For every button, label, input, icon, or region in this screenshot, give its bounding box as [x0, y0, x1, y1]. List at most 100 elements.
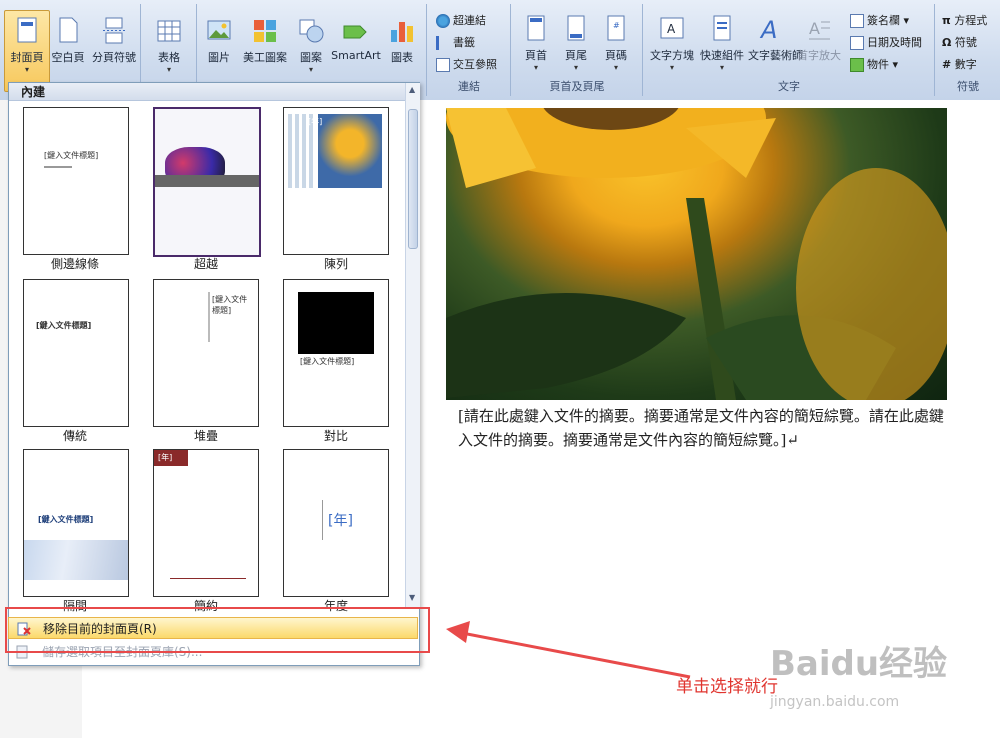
object-button[interactable]: 物件 ▾ — [848, 56, 898, 74]
cover-page-button[interactable]: 封面頁 ▾ — [4, 16, 50, 74]
text-group-label: 文字 — [778, 80, 800, 93]
hyperlink-label: 超連結 — [453, 14, 486, 27]
clipart-icon — [254, 20, 276, 42]
textbox-icon: A — [660, 17, 684, 39]
thumb-title: [年] — [328, 513, 353, 529]
footer-button[interactable]: 頁尾 ▾ — [558, 14, 594, 72]
svg-text:A: A — [667, 22, 676, 36]
thumb-title: [年] — [308, 117, 323, 126]
thumb-label-sideline: 側邊線條 — [50, 257, 99, 271]
symbol-button[interactable]: Ω 符號 — [940, 34, 977, 52]
shapes-icon — [299, 19, 324, 43]
chevron-down-icon: ▾ — [166, 65, 171, 74]
pi-icon: π — [942, 14, 951, 27]
blank-page-label: 空白頁 — [51, 51, 85, 64]
signature-icon — [850, 14, 864, 28]
bookmark-button[interactable]: 書籤 — [434, 34, 475, 52]
sunflower-photo — [446, 108, 947, 400]
equation-button[interactable]: π 方程式 — [940, 12, 987, 30]
object-label: 物件 — [867, 58, 889, 71]
scroll-thumb[interactable] — [408, 109, 418, 249]
picture-button[interactable]: 圖片 — [202, 16, 236, 65]
clipart-label: 美工圖案 — [243, 51, 287, 64]
dropcap-button[interactable]: A 首字放大 — [794, 14, 844, 63]
number-icon: # — [942, 58, 952, 71]
cover-page-label: 封面頁 — [10, 51, 44, 64]
object-icon — [850, 58, 864, 72]
crossref-icon — [436, 58, 450, 72]
page-number-button[interactable]: # 頁碼 ▾ — [598, 14, 634, 72]
annotation-text: 单击选择就行 — [676, 677, 778, 697]
quickparts-button[interactable]: 快速組件 ▾ — [698, 14, 746, 72]
chevron-down-icon: ▾ — [892, 58, 899, 71]
number-button[interactable]: # 數字 — [940, 56, 977, 74]
equation-label: 方程式 — [954, 14, 988, 27]
cover-thumb-display[interactable]: [年] — [283, 107, 389, 255]
cover-thumb-contrast[interactable]: [鍵入文件標題] — [283, 279, 389, 427]
thumb-divider — [322, 500, 323, 540]
wordart-button[interactable]: A 文字藝術師 — [748, 14, 803, 63]
blank-page-button[interactable]: 空白頁 — [50, 16, 86, 65]
chart-button[interactable]: 圖表 — [384, 16, 420, 65]
thumb-title: [鍵入文件標題] — [44, 151, 99, 160]
datetime-icon — [850, 36, 864, 50]
smartart-icon — [343, 25, 367, 39]
shapes-label: 圖案 — [300, 51, 322, 64]
thumb-shape — [24, 540, 128, 580]
quickparts-label: 快速組件 — [700, 49, 744, 62]
scroll-up-icon[interactable]: ▲ — [409, 85, 415, 94]
signature-label: 簽名欄 — [867, 14, 900, 27]
chevron-down-icon: ▾ — [308, 65, 313, 74]
wordart-label: 文字藝術師 — [748, 49, 803, 62]
thumb-title: [年] — [158, 453, 173, 462]
thumb-title: [鍵入文件標題] — [300, 357, 355, 366]
cover-page-gallery: 內建 ▲ ▼ [鍵入文件標題] 側邊線條 超越 [年] 陳列 [鍵入文件標題] … — [8, 82, 420, 666]
symbols-group: π 方程式 Ω 符號 # 數字 符號 — [936, 4, 1000, 96]
omega-icon: Ω — [942, 36, 952, 49]
thumb-label-traditional: 傳統 — [62, 429, 87, 443]
shapes-button[interactable]: 圖案 ▾ — [294, 16, 328, 74]
header-button[interactable]: 頁首 ▾ — [518, 14, 554, 72]
picture-label: 圖片 — [208, 51, 230, 64]
annotation-highlight-box — [5, 607, 430, 653]
signature-button[interactable]: 簽名欄 ▾ — [848, 12, 909, 30]
datetime-label: 日期及時間 — [867, 36, 922, 49]
document-abstract[interactable]: [請在此處鍵入文件的摘要。摘要通常是文件內容的簡短綜覽。請在此處鍵入文件的摘要。… — [458, 404, 948, 452]
thumb-photo — [318, 114, 382, 188]
cover-thumb-partition[interactable]: [鍵入文件標題] — [23, 449, 129, 597]
datetime-button[interactable]: 日期及時間 — [848, 34, 922, 52]
header-footer-group-label: 頁首及頁尾 — [549, 80, 605, 93]
hyperlink-button[interactable]: 超連結 — [434, 12, 486, 30]
table-icon — [157, 20, 181, 42]
number-label: 數字 — [954, 58, 977, 71]
smartart-button[interactable]: SmartArt — [330, 16, 382, 62]
crossref-button[interactable]: 交互參照 — [434, 56, 497, 74]
table-button[interactable]: 表格 ▾ — [150, 16, 188, 74]
cover-thumb-exceed[interactable] — [153, 107, 261, 257]
chevron-down-icon: ▾ — [613, 63, 618, 72]
cover-thumb-sideline[interactable]: [鍵入文件標題] — [23, 107, 129, 255]
footer-label: 頁尾 — [565, 49, 587, 62]
svg-text:A: A — [759, 16, 777, 44]
page-break-button[interactable]: 分頁符號 — [88, 16, 140, 65]
cover-thumb-annual[interactable]: [年] — [283, 449, 389, 597]
table-label: 表格 — [158, 51, 180, 64]
text-group: A 文字方塊 ▾ 快速組件 ▾ A 文字藝術師 A 首字放大 簽名欄 ▾ 日期及… — [644, 4, 935, 96]
hyperlink-icon — [436, 14, 450, 28]
clipart-button[interactable]: 美工圖案 — [238, 16, 292, 65]
cover-thumb-stack[interactable]: [鍵入文件標題] — [153, 279, 259, 427]
bookmark-label: 書籤 — [453, 36, 475, 49]
chevron-down-icon: ▾ — [669, 63, 674, 72]
textbox-button[interactable]: A 文字方塊 ▾ — [648, 14, 696, 72]
page-number-icon: # — [607, 15, 625, 41]
gallery-scrollbar[interactable]: ▲ ▼ — [405, 83, 420, 608]
scroll-down-icon[interactable]: ▼ — [409, 593, 415, 602]
dropcap-icon: A — [809, 19, 830, 40]
chevron-down-icon: ▾ — [533, 63, 538, 72]
thumb-bar — [208, 292, 210, 342]
header-label: 頁首 — [525, 49, 547, 62]
chevron-down-icon: ▾ — [719, 63, 724, 72]
cover-thumb-simple[interactable]: [年] — [153, 449, 259, 597]
symbol-label: 符號 — [954, 36, 977, 49]
cover-thumb-traditional[interactable]: [鍵入文件標題] — [23, 279, 129, 427]
